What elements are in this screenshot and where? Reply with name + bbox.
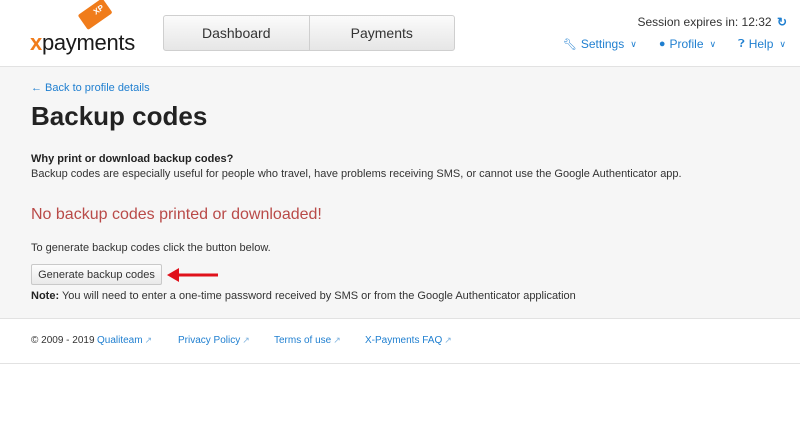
main-content: ← Back to profile details Backup codes W… [0, 67, 800, 318]
footer-link-privacy[interactable]: Privacy Policy ↗ [178, 335, 250, 346]
help-menu[interactable]: ❓︎ Help ∨ [738, 37, 786, 51]
note-label: Note: [31, 290, 60, 302]
why-text: Backup codes are especially useful for p… [31, 168, 682, 180]
tab-dashboard[interactable]: Dashboard [164, 16, 309, 50]
xpayments-logo[interactable]: XP xpayments [30, 0, 140, 55]
settings-label: Settings [580, 37, 625, 51]
profile-menu[interactable]: ● Profile ∨ [659, 37, 716, 51]
external-link-icon: ↗ [144, 335, 153, 345]
footer-link-faq[interactable]: X-Payments FAQ ↗ [365, 335, 452, 346]
profile-label: Profile [669, 37, 704, 51]
wrench-icon: 🔧︎ [562, 38, 577, 51]
chevron-down-icon: ∨ [709, 38, 717, 49]
help-label: Help [748, 37, 774, 51]
page-title: Backup codes [31, 101, 208, 131]
external-link-icon: ↗ [242, 335, 250, 345]
settings-menu[interactable]: 🔧︎ Settings ∨ [563, 37, 637, 51]
why-heading: Why print or download backup codes? [31, 153, 234, 165]
footer-link-terms[interactable]: Terms of use ↗ [274, 335, 341, 346]
chevron-down-icon: ∨ [779, 38, 786, 49]
note-text: Note: You will need to enter a one-time … [31, 290, 576, 302]
logo-text: xpayments [30, 30, 135, 55]
instruction-text: To generate backup codes click the butto… [31, 242, 271, 254]
chevron-down-icon: ∨ [630, 38, 637, 49]
note-body: You will need to enter a one-time passwo… [59, 290, 576, 302]
refresh-icon[interactable]: ↻ [777, 15, 787, 29]
tab-payments[interactable]: Payments [308, 16, 455, 50]
external-link-icon: ↗ [444, 335, 452, 345]
footer: © 2009 - 2019 Qualiteam ↗ Privacy Policy ↗… [0, 318, 800, 364]
external-link-icon: ↗ [333, 335, 341, 345]
header: XP xpayments Dashboard Payments Session … [0, 0, 800, 67]
footer-link-qualiteam[interactable]: Qualiteam ↗ [97, 335, 152, 346]
session-timer: Session expires in: 12:32 ↻ [638, 15, 788, 29]
user-icon: ● [658, 38, 666, 50]
back-to-profile-link[interactable]: ← Back to profile details [31, 82, 150, 94]
pointer-arrow-icon [167, 268, 218, 282]
top-links: 🔧︎ Settings ∨ ● Profile ∨ ❓︎ Help ∨ [563, 37, 786, 51]
session-label: Session expires in: 12:32 [637, 15, 772, 29]
main-nav: Dashboard Payments [163, 15, 455, 51]
generate-backup-codes-button[interactable]: Generate backup codes [31, 264, 162, 285]
warning-message: No backup codes printed or downloaded! [31, 206, 322, 223]
logo-badge: XP [77, 0, 113, 30]
question-icon: ❓︎ [738, 37, 745, 50]
copyright: © 2009 - 2019 [31, 335, 95, 346]
